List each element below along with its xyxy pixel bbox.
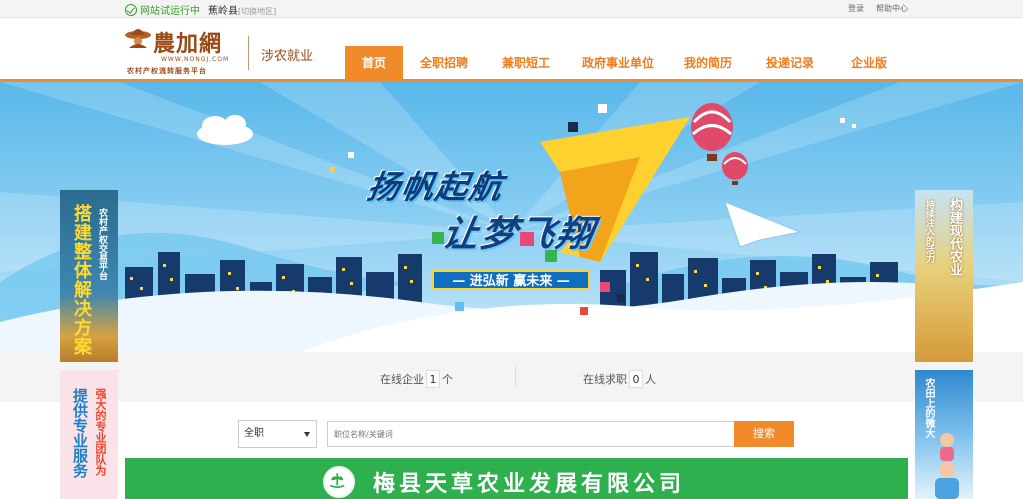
top-bar: 网站试运行中 蕉岭县[切换地区] 登录 帮助中心 <box>0 0 1023 18</box>
logo-name: 農加網 <box>153 31 223 57</box>
stat-label: 在线企业 <box>380 373 424 386</box>
header: 農加網 WWW.NONGJ.COM 农村产权流转服务平台 涉农就业 首页 全职招… <box>0 18 1023 80</box>
keyword-search-input[interactable] <box>327 421 735 447</box>
region-name: 蕉岭县 <box>208 6 238 17</box>
stat-label: 在线求职 <box>583 373 627 386</box>
right-ad-top[interactable]: 构建现代农业 持续注入的活力 <box>915 190 973 362</box>
job-type-select[interactable]: 全职 <box>238 420 317 448</box>
stat-online-companies: 在线企业 1 个 <box>380 370 453 388</box>
ad-subtext: 持续注入的活力 <box>924 200 934 263</box>
logo-divider <box>248 36 249 70</box>
stat-value: 1 <box>426 370 440 388</box>
job-type-value: 全职 <box>244 428 264 439</box>
ad-headline: 构建现代农业 <box>947 198 962 276</box>
ad-headline: 提供专业服务 <box>71 388 89 478</box>
hat-logo-icon <box>125 29 151 48</box>
banner-ribbon: — 进弘新 赢未来 — <box>432 270 590 290</box>
featured-company-banner[interactable]: 梅县天草农业发展有限公司 <box>125 458 908 499</box>
company-emblem-icon <box>323 466 355 498</box>
dropdown-caret-icon <box>304 432 310 437</box>
stat-unit: 个 <box>442 373 453 386</box>
left-ad-top[interactable]: 搭建整体解决方案 农村产权交易平台 <box>60 190 118 362</box>
help-center-link[interactable]: 帮助中心 <box>876 3 908 14</box>
logo-url: WWW.NONGJ.COM <box>161 56 230 63</box>
stat-online-seekers: 在线求职 0 人 <box>583 370 656 388</box>
company-name: 梅县天草农业发展有限公司 <box>373 472 686 497</box>
ad-subtext: 农田上的微大 <box>923 378 934 438</box>
logo-tagline: 农村产权流转服务平台 <box>127 67 207 75</box>
stat-value: 0 <box>629 370 643 388</box>
site-status: 网站试运行中 <box>125 2 200 17</box>
hero-banner[interactable]: 扬帆起航 让梦飞翔 — 进弘新 赢未来 — <box>0 82 1023 352</box>
site-status-text: 网站试运行中 <box>140 6 200 17</box>
family-photo-icon <box>935 433 959 499</box>
ad-subtext: 强大的专业团队为 <box>94 388 107 476</box>
nav-enterprise[interactable]: 企业版 <box>833 46 905 80</box>
section-subtitle: 涉农就业 <box>261 49 314 64</box>
site-logo[interactable]: 農加網 WWW.NONGJ.COM 农村产权流转服务平台 <box>125 24 245 80</box>
login-link[interactable]: 登录 <box>848 3 864 14</box>
stats-divider <box>515 366 516 388</box>
banner-slogan-line1: 扬帆起航 <box>364 168 508 206</box>
right-ad-bottom[interactable]: 农田上的微大 <box>915 370 973 499</box>
region-selector[interactable]: 蕉岭县[切换地区] <box>208 2 276 17</box>
stat-unit: 人 <box>645 373 656 386</box>
ad-headline: 搭建整体解决方案 <box>71 204 92 356</box>
stats-bar: 在线企业 1 个 在线求职 0 人 <box>0 352 1023 402</box>
check-circle-icon <box>125 3 137 16</box>
ad-subtext: 农村产权交易平台 <box>97 208 107 280</box>
main-nav: 首页 全职招聘 兼职短工 政府事业单位 我的简历 投递记录 企业版 <box>345 46 905 80</box>
banner-slogan-line2: 让梦飞翔 <box>438 214 599 255</box>
nav-home[interactable]: 首页 <box>345 46 403 80</box>
nav-my-resume[interactable]: 我的简历 <box>669 46 747 80</box>
nav-government[interactable]: 政府事业单位 <box>567 46 669 80</box>
nav-parttime[interactable]: 兼职短工 <box>485 46 567 80</box>
search-button[interactable]: 搜索 <box>734 421 794 447</box>
region-switch-link[interactable]: [切换地区] <box>238 7 276 16</box>
left-ad-bottom[interactable]: 提供专业服务 强大的专业团队为 <box>60 370 118 499</box>
nav-fulltime[interactable]: 全职招聘 <box>403 46 485 80</box>
nav-applications[interactable]: 投递记录 <box>747 46 833 80</box>
cloud-icon <box>197 115 253 145</box>
